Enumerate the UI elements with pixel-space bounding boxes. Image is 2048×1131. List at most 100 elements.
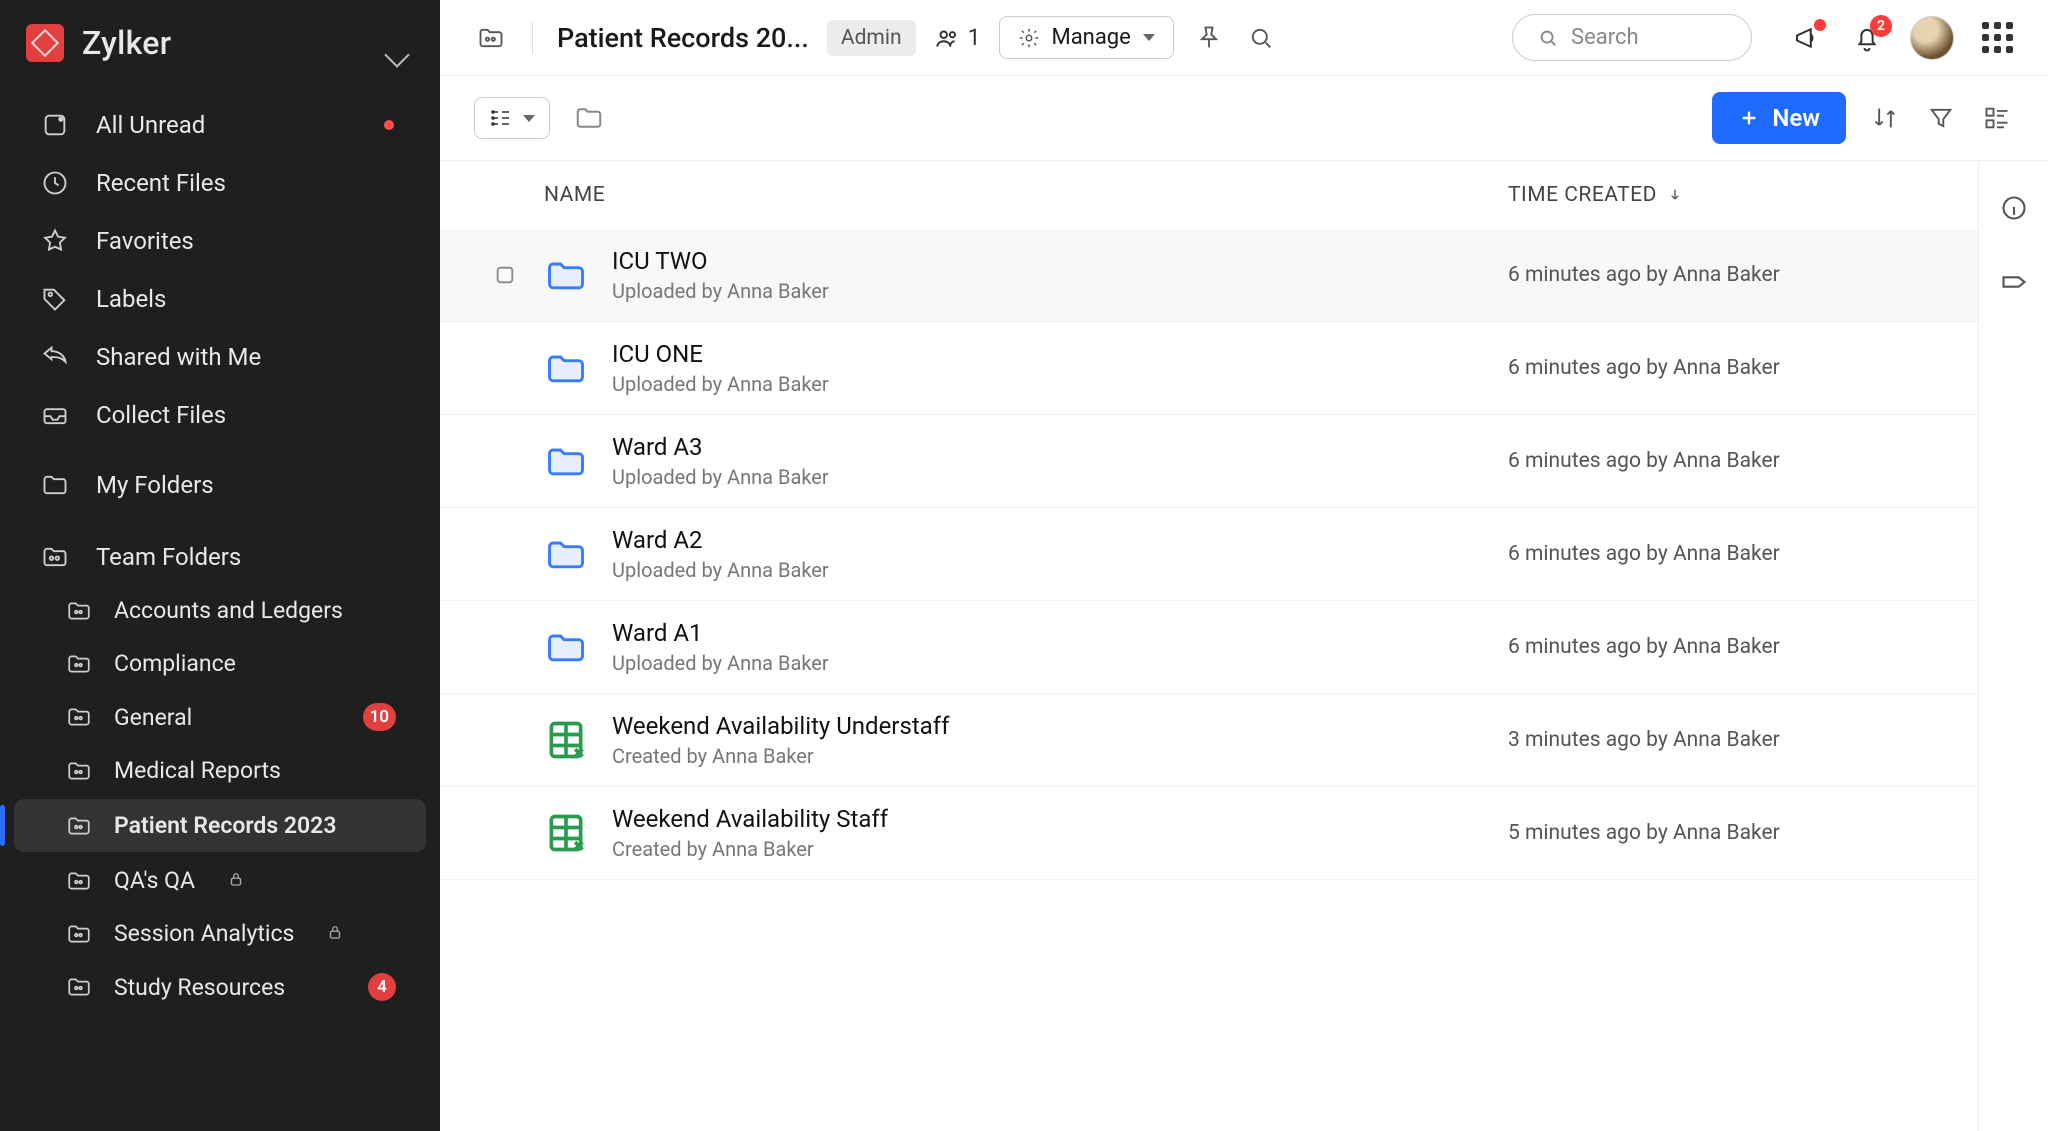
- nav-item-tag[interactable]: Labels: [0, 270, 440, 328]
- file-time: 6 minutes ago by Anna Baker: [1508, 356, 1928, 380]
- team-folder-icon: [66, 758, 92, 784]
- file-row[interactable]: Weekend Availability StaffCreated by Ann…: [440, 787, 1978, 880]
- divider: [532, 22, 533, 54]
- nav-item-star[interactable]: Favorites: [0, 212, 440, 270]
- user-avatar[interactable]: [1910, 16, 1954, 60]
- team-folder-icon: [66, 868, 92, 894]
- chevron-down-icon: [384, 42, 409, 67]
- file-row[interactable]: Ward A3Uploaded by Anna Baker6 minutes a…: [440, 415, 1978, 508]
- tag-icon: [40, 284, 70, 314]
- folder-icon: [40, 470, 70, 500]
- list-header: NAME TIME CREATED: [440, 161, 1978, 229]
- team-folder-icon: [66, 704, 92, 730]
- team-folder-item[interactable]: QA's QA: [0, 854, 440, 907]
- file-name: Weekend Availability Staff: [612, 805, 1484, 833]
- file-row[interactable]: Weekend Availability UnderstaffCreated b…: [440, 694, 1978, 787]
- file-time: 6 minutes ago by Anna Baker: [1508, 263, 1928, 287]
- file-time: 5 minutes ago by Anna Baker: [1508, 821, 1928, 845]
- team-folder-label: General: [114, 704, 192, 731]
- folder-icon: [544, 532, 588, 576]
- notifications-button[interactable]: 2: [1850, 21, 1884, 55]
- topbar: Patient Records 20... Admin 1 Manage Sea…: [440, 0, 2048, 76]
- global-search[interactable]: Search: [1512, 14, 1752, 61]
- caret-down-icon: [1143, 34, 1155, 41]
- column-name[interactable]: NAME: [544, 183, 1508, 207]
- search-placeholder: Search: [1571, 25, 1639, 50]
- new-button[interactable]: New: [1712, 92, 1846, 144]
- member-count-value: 1: [968, 24, 981, 51]
- team-folder-label: Accounts and Ledgers: [114, 597, 343, 624]
- team-folders-heading[interactable]: Team Folders: [0, 512, 440, 584]
- my-folders-heading[interactable]: My Folders: [0, 448, 440, 512]
- view-mode-select[interactable]: [474, 97, 550, 139]
- folder-icon: [544, 346, 588, 390]
- file-row[interactable]: ICU ONE Uploaded by Anna Baker 6 minutes a…: [440, 322, 1978, 415]
- nav-item-inbox[interactable]: Collect Files: [0, 386, 440, 444]
- file-name: Weekend Availability Understaff: [612, 712, 1484, 740]
- right-rail: [1978, 161, 2048, 1131]
- member-count[interactable]: 1: [934, 24, 981, 51]
- file-row[interactable]: Ward A1Uploaded by Anna Baker6 minutes a…: [440, 601, 1978, 694]
- sidebar: Zylker All Unread Recent Files Favorites La…: [0, 0, 440, 1131]
- team-folder-crumb-icon[interactable]: [474, 21, 508, 55]
- file-name: ICU ONE: [612, 340, 1484, 368]
- nav-item-reply[interactable]: Shared with Me: [0, 328, 440, 386]
- team-folder-item[interactable]: Accounts and Ledgers: [0, 584, 440, 637]
- nav-item-clock[interactable]: Recent Files: [0, 154, 440, 212]
- breadcrumb-title[interactable]: Patient Records 20...: [557, 22, 809, 54]
- file-time: 6 minutes ago by Anna Baker: [1508, 449, 1928, 473]
- lock-icon: [227, 867, 245, 894]
- pin-button[interactable]: [1192, 21, 1226, 55]
- file-row[interactable]: Ward A2Uploaded by Anna Baker6 minutes a…: [440, 508, 1978, 601]
- team-folder-item[interactable]: Study Resources4: [0, 960, 440, 1014]
- brand-switcher[interactable]: Zylker: [0, 10, 440, 92]
- file-row[interactable]: ICU TWOUploaded by Anna Baker6 minutes a…: [440, 229, 1978, 322]
- team-folder-icon: [66, 921, 92, 947]
- role-chip: Admin: [827, 20, 916, 56]
- search-in-folder-button[interactable]: [1244, 21, 1278, 55]
- team-folder-icon: [66, 598, 92, 624]
- apps-launcher[interactable]: [1980, 21, 2014, 55]
- file-subline: Uploaded by Anna Baker: [612, 558, 1484, 582]
- team-folder-item[interactable]: Compliance: [0, 637, 440, 690]
- main-pane: Patient Records 20... Admin 1 Manage Sea…: [440, 0, 2048, 1131]
- file-name: Ward A3: [612, 433, 1484, 461]
- team-folder-label: Study Resources: [114, 974, 285, 1001]
- go-up-folder[interactable]: [572, 101, 606, 135]
- filter-button[interactable]: [1924, 101, 1958, 135]
- column-time[interactable]: TIME CREATED: [1508, 183, 1928, 207]
- unread-dot: [384, 120, 394, 130]
- spreadsheet-icon: [544, 718, 588, 762]
- lock-icon: [326, 920, 344, 947]
- search-icon: [1537, 27, 1559, 49]
- team-folder-item[interactable]: Medical Reports: [0, 744, 440, 797]
- announcements-button[interactable]: [1790, 21, 1824, 55]
- nav-item-label: Labels: [96, 285, 166, 313]
- layout-options-button[interactable]: [1980, 101, 2014, 135]
- manage-button[interactable]: Manage: [999, 16, 1174, 59]
- file-subline: Uploaded by Anna Baker: [612, 651, 1484, 675]
- nav-item-label: Collect Files: [96, 401, 226, 429]
- labels-panel-toggle[interactable]: [1997, 265, 2031, 299]
- my-folders-label: My Folders: [96, 471, 214, 499]
- info-panel-toggle[interactable]: [1997, 191, 2031, 225]
- row-checkbox[interactable]: [490, 264, 520, 286]
- team-folder-item[interactable]: General10: [0, 690, 440, 744]
- file-subline: Uploaded by Anna Baker: [612, 372, 1484, 396]
- unread-icon: [40, 110, 70, 140]
- folder-icon: [544, 625, 588, 669]
- nav-item-label: Recent Files: [96, 169, 226, 197]
- nav-item-unread[interactable]: All Unread: [0, 96, 440, 154]
- sort-button[interactable]: [1868, 101, 1902, 135]
- team-folder-item[interactable]: Session Analytics: [0, 907, 440, 960]
- team-folder-icon: [66, 651, 92, 677]
- star-icon: [40, 226, 70, 256]
- caret-down-icon: [523, 115, 535, 122]
- file-name: Ward A2: [612, 526, 1484, 554]
- folder-icon: [544, 253, 588, 297]
- nav-item-label: Shared with Me: [96, 343, 261, 371]
- new-label: New: [1772, 104, 1820, 132]
- team-folder-icon: [40, 542, 70, 572]
- team-folder-label: Session Analytics: [114, 920, 294, 947]
- team-folder-item[interactable]: Patient Records 2023: [14, 799, 426, 852]
